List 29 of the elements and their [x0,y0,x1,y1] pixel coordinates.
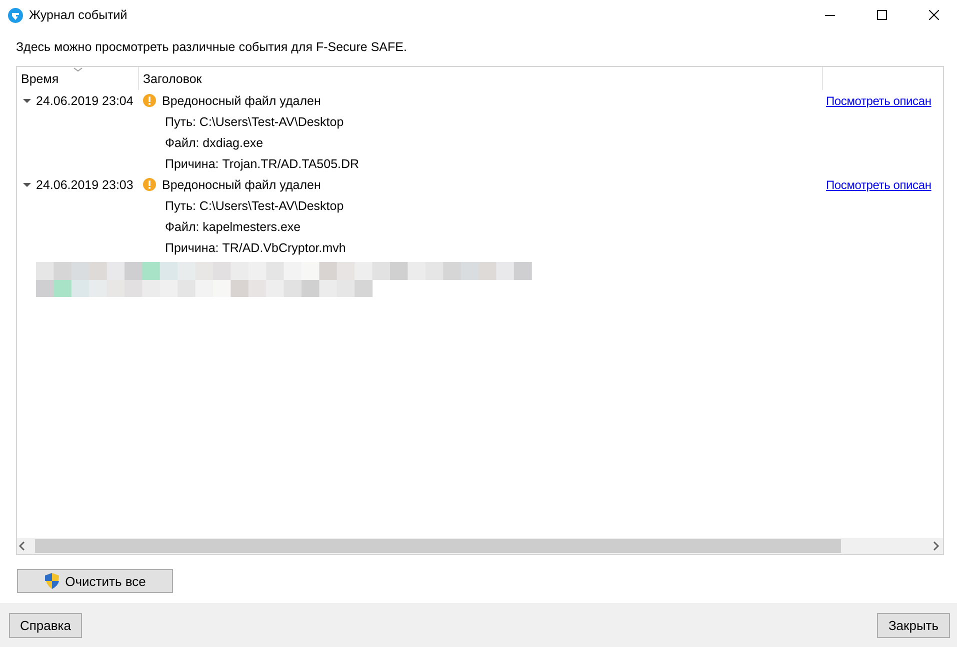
scrollbar-thumb[interactable] [35,539,841,553]
app-logo-icon [8,8,23,22]
event-title: Вредоносный файл удален [162,94,321,108]
close-button[interactable]: Закрыть [877,612,950,638]
event-detail: Файл: kapelmesters.exe [165,220,301,234]
collapse-arrow-icon[interactable] [23,98,31,104]
close-icon[interactable] [929,10,939,20]
event-detail: Причина: Trojan.TR/AD.TA505.DR [165,156,360,170]
window-title: Журнал событий [29,8,128,22]
event-detail: Путь: C:\Users\Test-AV\Desktop [165,114,344,128]
event-detail: Файл: dxdiag.exe [165,136,264,150]
event-title: Вредоносный файл удален [162,178,321,192]
event-time: 24.06.2019 23:03 [36,178,134,192]
maximize-icon[interactable] [877,10,887,20]
column-header[interactable]: Заголовок [143,67,818,90]
description-link[interactable]: Посмотреть описан [823,178,932,192]
event-detail: Путь: C:\Users\Test-AV\Desktop [165,198,344,212]
collapse-arrow-icon[interactable] [23,182,31,188]
clear-all-button[interactable]: Очистить все [17,569,173,593]
event-detail: Причина: TR/AD.VbCryptor.mvh [165,240,346,254]
shield-icon [44,573,60,589]
description-link[interactable]: Посмотреть описан [823,94,932,108]
help-button[interactable]: Справка [9,612,82,638]
event-time: 24.06.2019 23:04 [36,94,134,108]
warning-icon [143,178,156,191]
description-text: Здесь можно просмотреть различные события для F-Secure SAFE. [16,40,407,54]
warning-icon [143,94,156,107]
column-header[interactable]: Время [21,67,134,90]
sort-caret-icon [73,67,83,73]
